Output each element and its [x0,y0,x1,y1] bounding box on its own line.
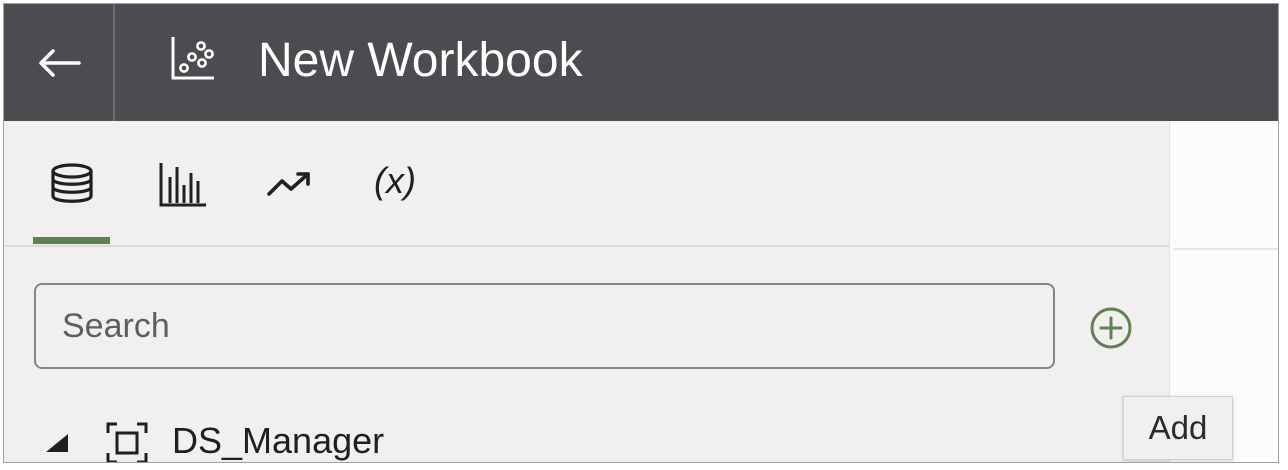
header-bar: New Workbook [4,4,1278,121]
canvas-divider [1173,248,1278,250]
add-tooltip: Add [1123,396,1233,460]
expanded-caret-icon [46,434,68,452]
bar-chart-icon [159,163,206,207]
tab-data[interactable] [33,121,110,245]
tab-divider [4,245,1170,247]
plus-circle-icon [1090,307,1132,349]
add-button[interactable] [1089,306,1133,350]
workbook-title: New Workbook [258,34,583,87]
tree-item-label: DS_Manager [172,420,385,461]
app-frame: New Workbook (x) Search DS_Manager Add [3,3,1279,463]
dataset-icon [106,422,148,462]
database-icon [51,163,93,203]
tab-calculations[interactable]: (x) [364,121,434,245]
scatter-chart-icon [171,37,214,80]
back-button[interactable] [4,4,115,121]
data-panel: (x) DS_Manager [4,121,1170,462]
calculation-icon: (x) [374,160,416,201]
tab-visualizations[interactable] [156,121,210,245]
tab-analytics[interactable] [264,121,318,245]
trend-icon [267,172,310,196]
active-tab-indicator [33,237,110,244]
arrow-left-icon [38,48,81,77]
search-input[interactable] [34,283,1055,369]
